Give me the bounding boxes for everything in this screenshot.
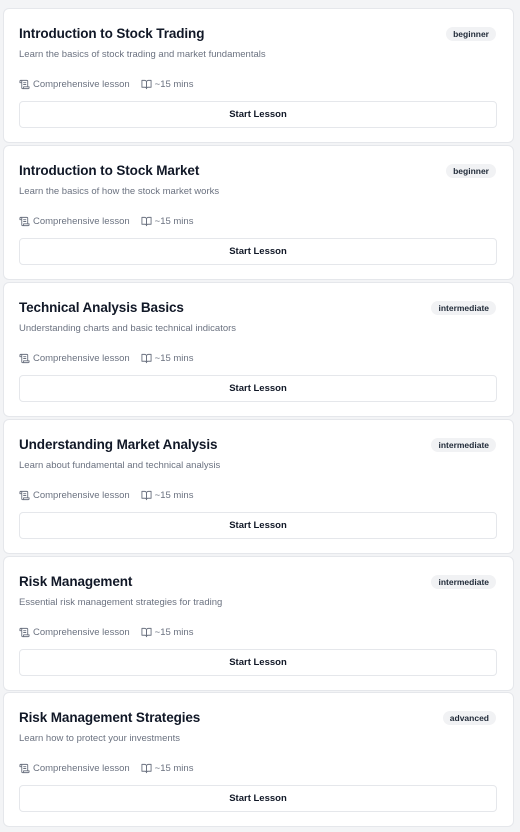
lesson-duration-label: ~15 mins (154, 762, 194, 774)
lesson-type: Comprehensive lesson (19, 353, 130, 364)
lesson-type-label: Comprehensive lesson (33, 762, 130, 774)
lesson-description: Essential risk management strategies for… (19, 597, 223, 608)
level-badge: intermediate (431, 575, 496, 589)
lesson-description: Learn about fundamental and technical an… (19, 460, 221, 471)
lesson-description: Learn how to protect your investments (19, 733, 181, 744)
lesson-type: Comprehensive lesson (19, 627, 130, 638)
scroll-icon (19, 763, 30, 774)
lesson-duration: ~15 mins (141, 215, 194, 227)
lesson-description: Understanding charts and basic technical… (19, 323, 237, 334)
lesson-card: Understanding Market Analysis intermedia… (3, 419, 514, 554)
lesson-type-label: Comprehensive lesson (33, 215, 130, 227)
start-lesson-button[interactable]: Start Lesson (19, 512, 497, 539)
book-open-icon (141, 490, 152, 501)
lesson-title: Risk Management Strategies (19, 710, 201, 725)
book-open-icon (141, 216, 152, 227)
start-lesson-button[interactable]: Start Lesson (19, 785, 497, 812)
scroll-icon (19, 79, 30, 90)
lesson-type-label: Comprehensive lesson (33, 78, 130, 90)
lesson-list: Introduction to Stock Trading beginner L… (0, 0, 520, 832)
lesson-duration-label: ~15 mins (154, 352, 194, 364)
lesson-title: Risk Management (19, 574, 133, 589)
level-badge: beginner (446, 27, 496, 41)
lesson-meta: Comprehensive lesson ~15 mins (19, 489, 193, 501)
lesson-title: Understanding Market Analysis (19, 437, 218, 452)
lesson-duration: ~15 mins (141, 489, 194, 501)
level-badge: beginner (446, 164, 496, 178)
scroll-icon (19, 216, 30, 227)
start-lesson-button[interactable]: Start Lesson (19, 101, 497, 128)
lesson-card: Risk Management Strategies advanced Lear… (3, 692, 514, 827)
lesson-meta: Comprehensive lesson ~15 mins (19, 626, 193, 638)
level-badge: advanced (442, 711, 496, 725)
level-badge: intermediate (431, 438, 496, 452)
scroll-icon (19, 490, 30, 501)
lesson-duration-label: ~15 mins (154, 78, 194, 90)
lesson-card: Introduction to Stock Market beginner Le… (3, 145, 514, 280)
lesson-duration: ~15 mins (141, 352, 194, 364)
lesson-card: Technical Analysis Basics intermediate U… (3, 282, 514, 417)
lesson-duration: ~15 mins (141, 626, 194, 638)
lesson-description: Learn the basics of stock trading and ma… (19, 49, 266, 60)
start-lesson-button[interactable]: Start Lesson (19, 649, 497, 676)
lesson-description: Learn the basics of how the stock market… (19, 186, 220, 197)
lesson-card: Risk Management intermediate Essential r… (3, 556, 514, 691)
lesson-card: Introduction to Stock Trading beginner L… (3, 8, 514, 143)
lesson-meta: Comprehensive lesson ~15 mins (19, 352, 193, 364)
lesson-title: Introduction to Stock Trading (19, 26, 205, 41)
scroll-icon (19, 353, 30, 364)
lesson-title: Technical Analysis Basics (19, 300, 184, 315)
book-open-icon (141, 79, 152, 90)
start-lesson-button[interactable]: Start Lesson (19, 238, 497, 265)
level-badge: intermediate (431, 301, 496, 315)
book-open-icon (141, 627, 152, 638)
lesson-duration-label: ~15 mins (154, 626, 194, 638)
lesson-type: Comprehensive lesson (19, 79, 130, 90)
start-lesson-button[interactable]: Start Lesson (19, 375, 497, 402)
lesson-meta: Comprehensive lesson ~15 mins (19, 215, 193, 227)
scroll-icon (19, 627, 30, 638)
lesson-type: Comprehensive lesson (19, 763, 130, 774)
book-open-icon (141, 763, 152, 774)
lesson-type-label: Comprehensive lesson (33, 626, 130, 638)
lesson-duration-label: ~15 mins (154, 489, 194, 501)
lesson-type-label: Comprehensive lesson (33, 489, 130, 501)
lesson-type: Comprehensive lesson (19, 490, 130, 501)
lesson-type-label: Comprehensive lesson (33, 352, 130, 364)
lesson-type: Comprehensive lesson (19, 216, 130, 227)
lesson-meta: Comprehensive lesson ~15 mins (19, 762, 193, 774)
lesson-title: Introduction to Stock Market (19, 163, 200, 178)
lesson-meta: Comprehensive lesson ~15 mins (19, 78, 193, 90)
lesson-duration: ~15 mins (141, 762, 194, 774)
book-open-icon (141, 353, 152, 364)
lesson-duration: ~15 mins (141, 78, 194, 90)
lesson-duration-label: ~15 mins (154, 215, 194, 227)
